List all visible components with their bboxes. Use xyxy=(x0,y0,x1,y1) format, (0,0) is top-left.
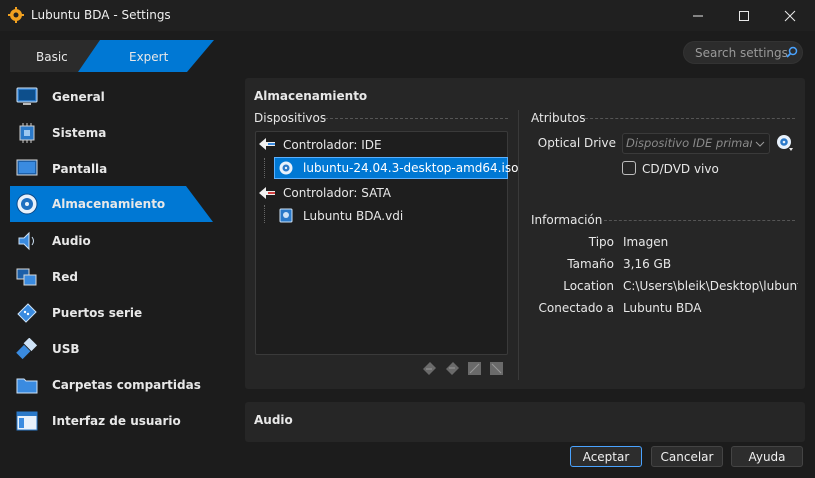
tree-branch-line xyxy=(264,158,266,178)
sidebar-item-almacenamiento[interactable]: Almacenamiento xyxy=(10,186,213,222)
info-key: Tamaño xyxy=(567,257,614,271)
info-value: C:\Users\bleik\Desktop\lubunt... xyxy=(623,279,798,293)
close-button[interactable] xyxy=(767,0,813,31)
disk-icon xyxy=(16,193,38,215)
optical-drive-value: Dispositivo IDE primario xyxy=(626,136,752,150)
controller-sata-icon xyxy=(259,186,277,203)
info-value: 3,16 GB xyxy=(623,257,672,271)
info-key: Location xyxy=(563,279,614,293)
sidebar-item-label: Puertos serie xyxy=(52,306,143,320)
display-icon xyxy=(16,158,38,180)
choose-disk-image-button[interactable] xyxy=(776,134,794,155)
add-controller-icon[interactable] xyxy=(422,361,437,376)
info-value: Lubuntu BDA xyxy=(623,301,702,315)
speaker-icon xyxy=(16,230,38,252)
window-title: Lubuntu BDA - Settings xyxy=(31,8,171,22)
tree-item-optical-label: lubuntu-24.04.3-desktop-amd64.iso xyxy=(303,161,519,175)
devices-divider xyxy=(325,118,508,119)
sidebar-item-label: USB xyxy=(52,342,80,356)
optical-drive-label: Optical Drive xyxy=(537,136,616,150)
search-placeholder: Search settings xyxy=(695,46,788,60)
help-button[interactable]: Ayuda xyxy=(731,446,803,467)
minimize-icon xyxy=(693,15,703,16)
sidebar-item-label: Pantalla xyxy=(52,162,108,176)
sidebar-item-label: Red xyxy=(52,270,78,284)
window-icon xyxy=(16,410,38,432)
audio-panel xyxy=(245,402,805,442)
sidebar-item-label: Almacenamiento xyxy=(52,197,166,211)
tree-branch-line xyxy=(264,205,266,223)
sidebar-item-usb[interactable]: USB xyxy=(10,331,215,367)
sidebar-item-audio[interactable]: Audio xyxy=(10,223,215,259)
usb-icon xyxy=(16,337,38,360)
ok-button[interactable]: Aceptar xyxy=(570,446,642,467)
sidebar-item-label: General xyxy=(52,90,105,104)
app-gear-icon xyxy=(8,7,24,23)
tree-item-controller-sata[interactable]: Controlador: SATA xyxy=(283,186,391,200)
sidebar-item-label: Carpetas compartidas xyxy=(52,378,201,392)
sidebar-item-carpetas-compartidas[interactable]: Carpetas compartidas xyxy=(10,367,215,403)
minimize-button[interactable] xyxy=(675,0,721,31)
devices-title: Dispositivos xyxy=(254,111,327,125)
sidebar-item-sistema[interactable]: Sistema xyxy=(10,115,215,151)
storage-heading: Almacenamiento xyxy=(254,89,368,103)
attributes-divider xyxy=(585,118,795,119)
attributes-title: Atributos xyxy=(531,111,586,125)
info-value: Imagen xyxy=(623,235,669,249)
sidebar-item-interfaz-de-usuario[interactable]: Interfaz de usuario xyxy=(10,403,215,439)
network-icon xyxy=(16,266,38,288)
cancel-button[interactable]: Cancelar xyxy=(651,446,723,467)
sidebar-item-label: Interfaz de usuario xyxy=(52,414,181,428)
sidebar-item-puertos-serie[interactable]: Puertos serie xyxy=(10,295,215,331)
chevron-down-icon xyxy=(755,138,765,152)
sidebar-item-label: Audio xyxy=(52,234,91,248)
info-key: Conectado a xyxy=(538,301,615,315)
audio-heading: Audio xyxy=(254,413,293,427)
optical-disc-icon xyxy=(279,161,293,178)
monitor-icon xyxy=(16,86,38,108)
optical-disc-menu-icon xyxy=(777,135,793,151)
maximize-button[interactable] xyxy=(721,0,767,31)
remove-controller-icon[interactable] xyxy=(445,361,460,376)
live-cd-checkbox[interactable] xyxy=(622,161,636,175)
controller-ide-icon xyxy=(259,137,277,154)
sidebar-item-red[interactable]: Red xyxy=(10,259,215,295)
maximize-icon xyxy=(739,10,749,21)
info-title: Información xyxy=(531,213,603,227)
sidebar-item-pantalla[interactable]: Pantalla xyxy=(10,151,215,187)
chip-icon xyxy=(16,122,38,144)
info-key: Tipo xyxy=(588,235,614,249)
info-divider xyxy=(604,220,795,221)
sidebar-item-general[interactable]: General xyxy=(10,79,215,115)
hard-disk-icon xyxy=(279,208,293,226)
tree-item-disk[interactable]: Lubuntu BDA.vdi xyxy=(303,209,403,223)
remove-attachment-icon[interactable] xyxy=(489,361,504,376)
close-icon xyxy=(784,10,796,21)
tab-expert[interactable] xyxy=(0,40,214,72)
folder-icon xyxy=(16,374,38,396)
sidebar-item-label: Sistema xyxy=(52,126,107,140)
search-icon[interactable] xyxy=(786,46,798,61)
live-cd-label: CD/DVD vivo xyxy=(642,162,719,176)
tab-expert-label: Expert xyxy=(129,50,169,64)
add-attachment-icon[interactable] xyxy=(467,361,482,376)
serial-port-icon xyxy=(16,302,38,324)
tree-item-controller-ide[interactable]: Controlador: IDE xyxy=(283,138,382,152)
